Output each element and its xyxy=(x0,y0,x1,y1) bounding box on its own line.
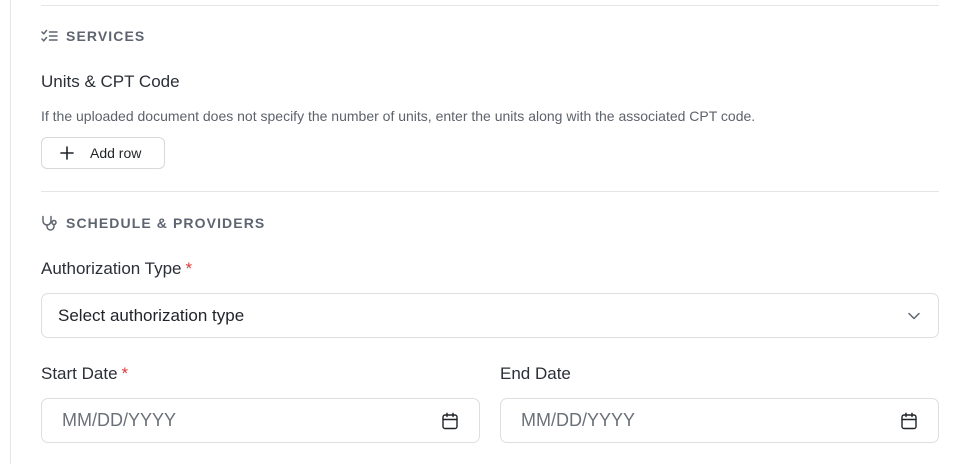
list-check-icon xyxy=(41,29,58,43)
end-date-label: End Date xyxy=(500,364,571,384)
start-date-field[interactable] xyxy=(41,398,480,443)
schedule-section-title: SCHEDULE & PROVIDERS xyxy=(66,215,266,231)
units-cpt-help-text: If the uploaded document does not specif… xyxy=(41,108,756,124)
start-date-label-text: Start Date xyxy=(41,364,118,383)
start-date-input[interactable] xyxy=(62,410,362,431)
end-date-field[interactable] xyxy=(500,398,939,443)
add-row-button[interactable]: Add row xyxy=(41,137,165,169)
authorization-type-label: Authorization Type * xyxy=(41,259,192,279)
required-marker: * xyxy=(185,259,193,278)
end-date-label-text: End Date xyxy=(500,364,571,383)
start-date-label: Start Date * xyxy=(41,364,128,384)
end-date-input[interactable] xyxy=(521,410,821,431)
plus-icon xyxy=(60,146,74,160)
left-border xyxy=(10,0,11,464)
required-marker: * xyxy=(121,364,129,383)
authorization-form-page: SERVICES Units & CPT Code If the uploade… xyxy=(0,0,967,464)
add-row-label: Add row xyxy=(90,145,142,161)
calendar-icon[interactable] xyxy=(441,412,459,430)
schedule-section-header: SCHEDULE & PROVIDERS xyxy=(41,215,265,231)
stethoscope-icon xyxy=(41,215,58,231)
units-cpt-code-title: Units & CPT Code xyxy=(41,72,180,91)
services-section-title: SERVICES xyxy=(66,28,146,44)
authorization-type-select[interactable]: Select authorization type xyxy=(41,293,939,338)
section-divider-top xyxy=(41,5,939,6)
authorization-type-label-text: Authorization Type xyxy=(41,259,182,278)
services-section-header: SERVICES xyxy=(41,28,145,44)
calendar-icon[interactable] xyxy=(900,412,918,430)
section-divider xyxy=(41,191,939,192)
chevron-down-icon xyxy=(908,312,920,320)
authorization-type-selected-value: Select authorization type xyxy=(58,305,245,325)
